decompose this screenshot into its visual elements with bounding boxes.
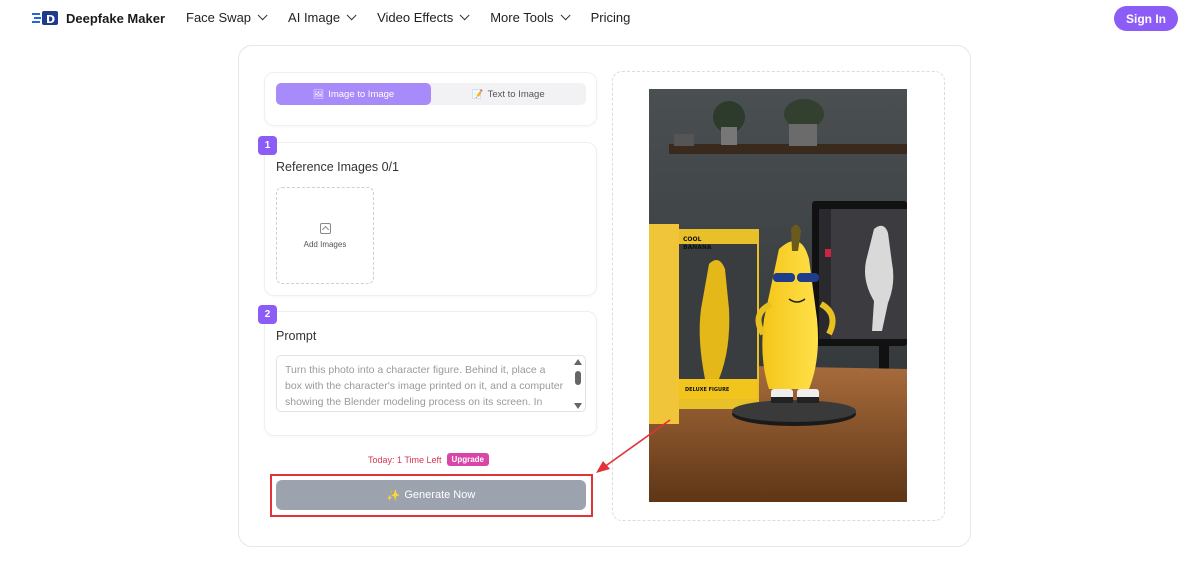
tab-text-to-image[interactable]: 📝 Text to Image xyxy=(431,83,586,105)
generate-label: Generate Now xyxy=(404,489,476,501)
add-image-icon xyxy=(319,222,331,234)
generate-now-button[interactable]: ✨ Generate Now xyxy=(276,480,586,510)
annotation-arrow xyxy=(596,419,671,473)
figure-scene-illustration: COOL BANANA DELUXE FIGURE xyxy=(649,89,907,502)
chevron-down-icon xyxy=(459,10,470,21)
nav-item-ai-image[interactable]: AI Image xyxy=(288,10,357,25)
step-badge-1: 1 xyxy=(258,136,277,155)
brand-name: Deepfake Maker xyxy=(66,10,165,26)
step-badge-2: 2 xyxy=(258,305,277,324)
chevron-down-icon xyxy=(257,10,268,21)
tab-label: Image to Image xyxy=(328,88,395,100)
reference-images-title: Reference Images 0/1 xyxy=(276,160,399,174)
text-image-icon: 📝 xyxy=(472,88,484,99)
box-title-2: BANANA xyxy=(683,244,712,251)
upgrade-badge[interactable]: Upgrade xyxy=(446,453,489,466)
nav-item-face-swap[interactable]: Face Swap xyxy=(186,10,268,25)
prompt-scrollbar[interactable] xyxy=(574,359,582,409)
nav-item-label: Face Swap xyxy=(186,10,252,25)
top-navbar: D Deepfake Maker Face Swap AI Image Vide… xyxy=(0,0,1200,36)
usage-info: Today: 1 Time Left Upgrade xyxy=(368,453,489,466)
box-front-label: DELUXE FIGURE xyxy=(685,387,730,393)
scroll-thumb[interactable] xyxy=(575,371,581,385)
nav-item-label: More Tools xyxy=(490,10,554,25)
mode-tabs: 🖼 Image to Image 📝 Text to Image xyxy=(276,83,586,105)
image-icon: 🖼 xyxy=(312,88,325,99)
nav-item-label: Pricing xyxy=(590,10,631,25)
scroll-up-icon[interactable] xyxy=(574,359,582,365)
tab-image-to-image[interactable]: 🖼 Image to Image xyxy=(276,83,431,105)
nav-item-video-effects[interactable]: Video Effects xyxy=(377,10,470,25)
nav-item-label: Video Effects xyxy=(377,10,454,25)
chevron-down-icon xyxy=(346,10,357,21)
usage-text: Today: 1 Time Left xyxy=(368,454,442,465)
nav-menu: Face Swap AI Image Video Effects More To… xyxy=(186,10,654,25)
scroll-down-icon[interactable] xyxy=(574,403,582,409)
sparkle-icon: ✨ xyxy=(386,489,401,502)
nav-item-pricing[interactable]: Pricing xyxy=(591,10,631,25)
logo-icon: D xyxy=(32,11,58,26)
add-images-dropzone[interactable]: Add Images xyxy=(276,187,374,284)
sign-in-button[interactable]: Sign In xyxy=(1114,6,1178,31)
tab-label: Text to Image xyxy=(487,88,545,100)
chevron-down-icon xyxy=(560,10,571,21)
prompt-title: Prompt xyxy=(276,329,317,343)
nav-item-label: AI Image xyxy=(288,10,341,25)
preview-image: COOL BANANA DELUXE FIGURE xyxy=(649,89,907,502)
brand-logo[interactable]: D Deepfake Maker xyxy=(32,9,165,27)
box-title-1: COOL xyxy=(683,236,702,243)
prompt-textarea[interactable]: Turn this photo into a character figure.… xyxy=(276,355,586,412)
nav-item-more-tools[interactable]: More Tools xyxy=(490,10,571,25)
add-images-label: Add Images xyxy=(303,239,347,249)
svg-text:D: D xyxy=(46,13,55,26)
